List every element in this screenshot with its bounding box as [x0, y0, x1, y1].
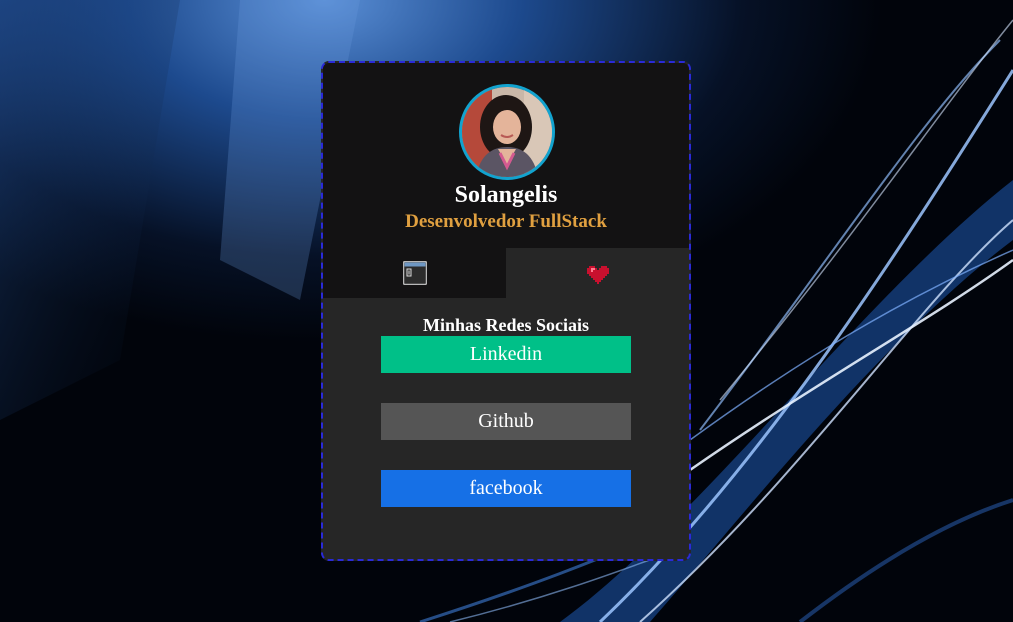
terminal-window-icon — [402, 261, 427, 285]
tab-projects[interactable] — [323, 248, 506, 298]
pixel-heart-icon — [586, 266, 609, 284]
github-button[interactable]: Github — [381, 403, 631, 440]
linkedin-button[interactable]: Linkedin — [381, 336, 631, 373]
profile-tabs — [323, 248, 689, 298]
profile-role: Desenvolvedor FullStack — [405, 211, 607, 232]
profile-name: Solangelis — [454, 182, 558, 208]
avatar — [459, 84, 555, 180]
profile-card: Solangelis Desenvolvedor FullStack Minha… — [321, 61, 691, 561]
tab-social-networks[interactable] — [506, 248, 689, 298]
social-networks-title: Minhas Redes Sociais — [422, 315, 590, 335]
facebook-button[interactable]: facebook — [381, 470, 631, 507]
profile-header: Solangelis Desenvolvedor FullStack — [323, 63, 689, 248]
